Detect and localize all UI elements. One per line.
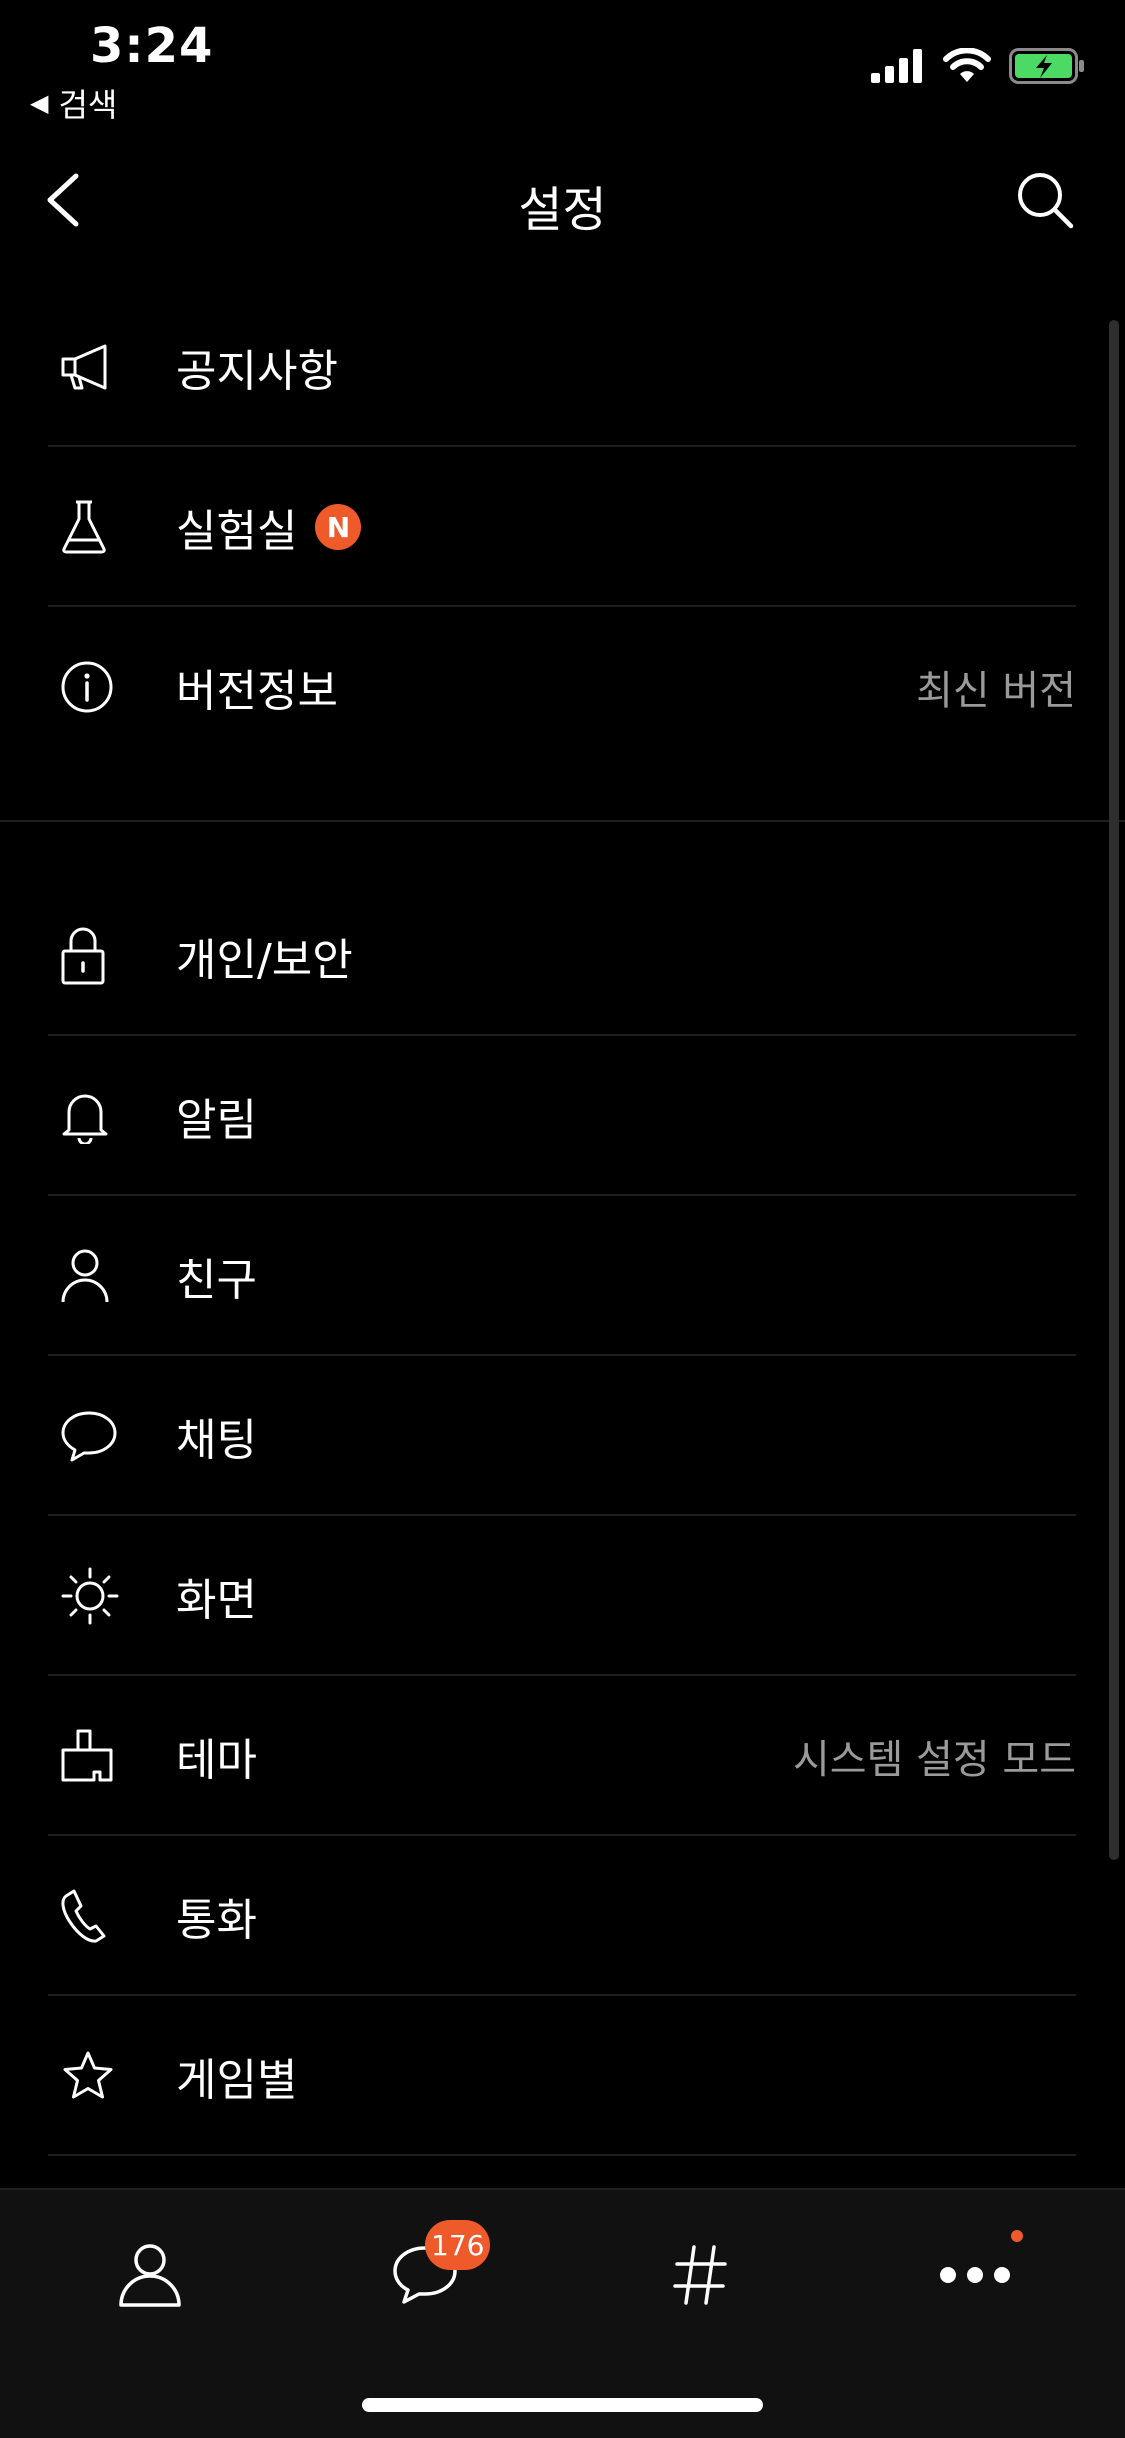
menu-label: 채팅 xyxy=(176,1415,257,1466)
hashtag-icon xyxy=(673,2245,727,2305)
megaphone-icon xyxy=(61,344,107,390)
paint-brush-icon xyxy=(61,1729,113,1782)
person-icon xyxy=(61,1249,109,1303)
status-time: 3:24 xyxy=(90,18,214,74)
tab-chats[interactable]: 176 xyxy=(375,2220,491,2320)
back-triangle-icon: ◀ xyxy=(30,89,49,117)
cellular-signal-icon xyxy=(871,49,922,83)
version-value: 최신 버전 xyxy=(916,668,1076,714)
new-badge: N xyxy=(315,504,362,550)
menu-item-notifications[interactable]: 알림 xyxy=(48,1036,1076,1196)
divider xyxy=(48,2154,1076,2156)
menu-label: 화면 xyxy=(176,1575,257,1626)
home-indicator[interactable] xyxy=(362,2398,763,2412)
menu-item-friends[interactable]: 친구 xyxy=(48,1196,1076,1356)
status-back-label: 검색 xyxy=(58,86,118,124)
menu-item-chat[interactable]: 채팅 xyxy=(48,1356,1076,1516)
theme-value: 시스템 설정 모드 xyxy=(792,1737,1076,1783)
section-divider xyxy=(0,820,1125,822)
menu-label: 실험실 xyxy=(176,506,298,557)
menu-item-theme[interactable]: 테마 시스템 설정 모드 xyxy=(48,1676,1076,1836)
menu-item-call[interactable]: 통화 xyxy=(48,1836,1076,1996)
menu-item-version[interactable]: 버전정보 최신 버전 xyxy=(48,607,1076,767)
battery-charging-icon xyxy=(1009,48,1084,84)
status-icons xyxy=(871,48,1085,84)
flask-icon xyxy=(62,500,106,554)
status-bar: 3:24 ◀ 검색 xyxy=(0,0,1125,130)
lock-icon xyxy=(61,927,105,985)
menu-label: 버전정보 xyxy=(176,666,338,717)
scrollbar[interactable] xyxy=(1109,320,1119,1860)
unread-count-badge: 176 xyxy=(425,2220,491,2270)
header: 설정 xyxy=(0,150,1125,250)
menu-label: 개인/보안 xyxy=(176,935,353,986)
menu-item-privacy[interactable]: 개인/보안 xyxy=(48,876,1076,1036)
search-icon[interactable] xyxy=(1013,168,1077,232)
person-icon xyxy=(119,2244,181,2307)
phone-icon xyxy=(61,1889,106,1943)
menu-label: 테마 xyxy=(176,1735,257,1786)
tab-friends[interactable] xyxy=(100,2230,200,2320)
page-title: 설정 xyxy=(518,182,607,238)
menu-label: 공지사항 xyxy=(176,346,338,397)
brightness-icon xyxy=(61,1567,119,1625)
menu-item-lab[interactable]: 실험실 N xyxy=(48,447,1076,607)
star-icon xyxy=(63,2051,113,2099)
menu-label: 게임별 xyxy=(176,2055,298,2106)
menu-label: 알림 xyxy=(176,1095,257,1146)
bell-icon xyxy=(62,1094,108,1144)
menu-label: 친구 xyxy=(176,1255,257,1306)
menu-item-notice[interactable]: 공지사항 xyxy=(48,287,1076,447)
notification-dot xyxy=(1011,2230,1023,2242)
status-back-link[interactable]: ◀ 검색 xyxy=(30,80,117,126)
wifi-icon xyxy=(943,48,991,82)
tab-more[interactable] xyxy=(925,2230,1025,2320)
chat-bubble-icon xyxy=(61,1411,117,1462)
tab-view[interactable] xyxy=(650,2230,750,2320)
menu-item-game[interactable]: 게임별 xyxy=(48,1996,1076,2156)
menu-label: 통화 xyxy=(176,1895,257,1946)
info-icon xyxy=(61,661,113,713)
menu-item-display[interactable]: 화면 xyxy=(48,1516,1076,1676)
more-dots-icon xyxy=(940,2267,1010,2283)
